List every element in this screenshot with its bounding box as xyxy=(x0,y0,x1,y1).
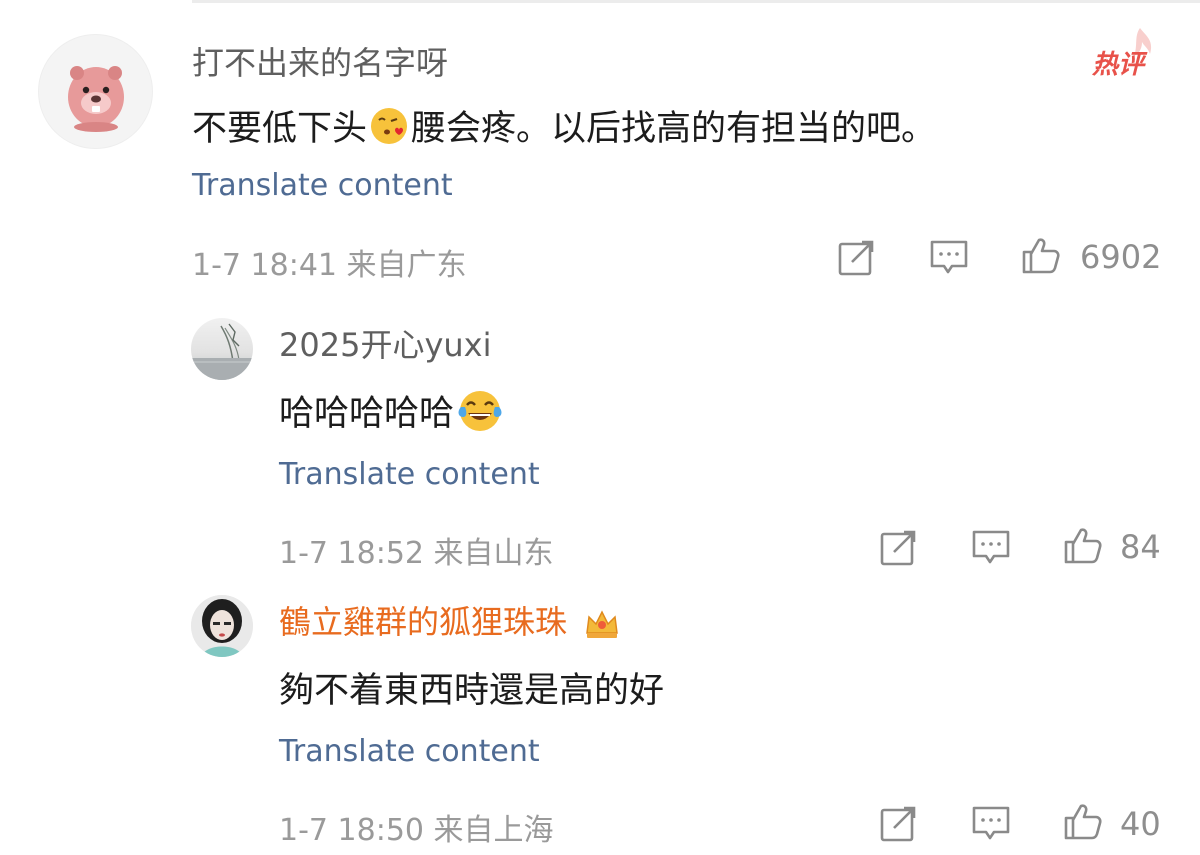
like-count: 40 xyxy=(1120,805,1161,843)
comment-icon[interactable] xyxy=(970,526,1012,568)
top-divider xyxy=(192,0,1200,3)
landscape-avatar-icon xyxy=(191,323,253,380)
comment-text-part: 哈哈哈哈哈 xyxy=(279,394,455,434)
translate-link[interactable]: Translate content xyxy=(192,168,453,203)
comment-text: 哈哈哈哈哈 xyxy=(279,385,506,436)
share-icon[interactable] xyxy=(878,526,920,568)
username[interactable]: 打不出来的名字呀 xyxy=(192,38,448,84)
thumbs-up-icon[interactable] xyxy=(1062,800,1104,842)
thumbs-up-icon[interactable] xyxy=(1062,524,1104,566)
comment-text: 不要低下头 腰会疼。以后找高的有担当的吧。 xyxy=(192,100,936,151)
username[interactable]: 鶴立雞群的狐狸珠珠 xyxy=(279,597,621,643)
hot-comment-badge: 热评 xyxy=(1088,24,1160,80)
avatar[interactable] xyxy=(191,595,253,657)
comment-meta: 1-7 18:52 来自山东 xyxy=(279,536,554,571)
beaver-avatar-icon xyxy=(68,66,124,132)
avatar[interactable] xyxy=(191,318,253,380)
comment-text-part: 不要低下头 xyxy=(192,109,368,149)
username-text: 鶴立雞群的狐狸珠珠 xyxy=(279,603,568,641)
tears-of-joy-emoji xyxy=(458,390,502,431)
hot-badge-label: 热评 xyxy=(1092,50,1145,80)
share-icon[interactable] xyxy=(878,802,920,844)
crown-icon xyxy=(586,610,619,638)
translate-link[interactable]: Translate content xyxy=(279,457,540,492)
comment-text-part: 腰会疼。以后找高的有担当的吧。 xyxy=(411,109,937,149)
like-count: 6902 xyxy=(1080,238,1162,276)
comment-meta: 1-7 18:41 来自广东 xyxy=(192,248,467,283)
kissing-heart-emoji xyxy=(371,107,408,144)
avatar[interactable] xyxy=(38,34,153,149)
comment-icon[interactable] xyxy=(970,802,1012,844)
username[interactable]: 2025开心yuxi xyxy=(279,320,492,366)
like-count: 84 xyxy=(1120,528,1161,566)
portrait-avatar-icon xyxy=(191,595,253,657)
comment-icon[interactable] xyxy=(928,236,970,278)
thumbs-up-icon[interactable] xyxy=(1020,234,1062,276)
comment-meta: 1-7 18:50 来自上海 xyxy=(279,813,554,848)
share-icon[interactable] xyxy=(836,236,878,278)
comment-text: 夠不着東西時還是高的好 xyxy=(279,671,665,711)
translate-link[interactable]: Translate content xyxy=(279,734,540,769)
